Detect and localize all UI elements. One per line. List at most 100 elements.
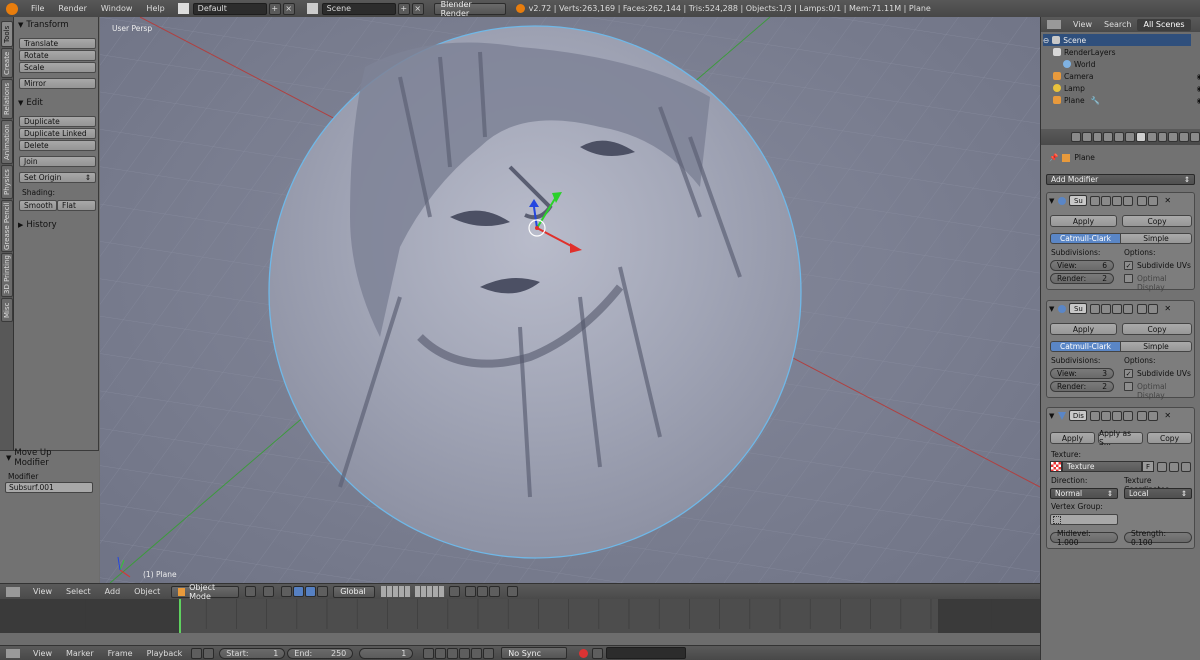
collapse-triangle-icon[interactable]: ▼: [1049, 197, 1054, 205]
apply-as-shape-button[interactable]: Apply as S...: [1098, 429, 1143, 447]
catmull-clark-option[interactable]: Catmull-Clark: [1050, 341, 1121, 352]
move-down-icon[interactable]: [1148, 410, 1159, 421]
scene-field[interactable]: Scene: [321, 2, 396, 15]
delete-button[interactable]: Delete: [19, 140, 96, 151]
layers-grid-icon[interactable]: [381, 586, 412, 597]
menu-frame[interactable]: Frame: [101, 649, 140, 658]
outliner-row-camera[interactable]: Camera ◉: [1053, 70, 1200, 82]
blender-logo-icon[interactable]: [6, 2, 18, 15]
texture-coordinates-select[interactable]: Local ⇕: [1124, 488, 1192, 499]
transform-panel-header[interactable]: ▼ Transform: [18, 19, 99, 31]
world-tab-icon[interactable]: [1103, 132, 1114, 142]
render-levels-field[interactable]: Render: 2: [1050, 381, 1114, 392]
optimal-display-checkbox[interactable]: [1124, 382, 1133, 391]
render-tab-icon[interactable]: [1071, 132, 1081, 142]
modifiers-tab-icon[interactable]: [1135, 132, 1146, 142]
tab-relations[interactable]: Relations: [1, 79, 13, 119]
menu-render[interactable]: Render: [51, 4, 93, 13]
particles-tab-icon[interactable]: [1179, 132, 1190, 142]
cage-toggle-icon[interactable]: [1123, 195, 1134, 206]
add-texture-icon[interactable]: [1157, 462, 1167, 472]
menu-object[interactable]: Object: [127, 587, 167, 596]
remove-scene-button[interactable]: ×: [411, 2, 424, 15]
menu-select[interactable]: Select: [59, 587, 98, 596]
scene-tab-icon[interactable]: [1092, 132, 1103, 142]
render-toggle-icon[interactable]: [1090, 410, 1101, 421]
outliner-row-world[interactable]: World: [1063, 58, 1200, 70]
viewport-shading-icon[interactable]: [245, 586, 257, 597]
menu-marker[interactable]: Marker: [59, 649, 101, 658]
jump-end-icon[interactable]: [483, 647, 495, 659]
apply-button[interactable]: Apply: [1050, 432, 1095, 444]
duplicate-linked-button[interactable]: Duplicate Linked: [19, 128, 96, 139]
cage-toggle-icon[interactable]: [1123, 303, 1134, 314]
mode-select[interactable]: Object Mode: [171, 583, 240, 601]
add-modifier-select[interactable]: Add Modifier ⇕: [1046, 174, 1195, 185]
direction-select[interactable]: Normal ⇕: [1050, 488, 1118, 499]
subdivide-uvs-checkbox[interactable]: ✓: [1124, 369, 1133, 378]
manipulator-toggle-icon[interactable]: [281, 586, 293, 597]
editmode-toggle-icon[interactable]: [1112, 410, 1123, 421]
editor-type-icon[interactable]: [6, 586, 20, 597]
outliner-tab-search[interactable]: Search: [1098, 19, 1137, 31]
menu-view[interactable]: View: [26, 649, 59, 658]
viewport-toggle-icon[interactable]: [1101, 303, 1112, 314]
renderlayers-tab-icon[interactable]: [1081, 132, 1092, 142]
render-preview-icon[interactable]: [507, 586, 519, 597]
move-down-icon[interactable]: [1148, 195, 1159, 206]
constraints-tab-icon[interactable]: [1125, 132, 1135, 142]
operator-panel-header[interactable]: ▼ Move Up Modifier: [6, 448, 87, 468]
transform-orientation-select[interactable]: Global: [333, 585, 376, 598]
modifier-name-field[interactable]: Su: [1069, 195, 1088, 206]
move-up-icon[interactable]: [1137, 195, 1148, 206]
layout-icon[interactable]: [177, 3, 189, 14]
rotate-manipulator-icon[interactable]: [305, 586, 317, 597]
viewport-toggle-icon[interactable]: [1101, 195, 1112, 206]
tab-animation[interactable]: Animation: [1, 120, 13, 164]
join-button[interactable]: Join: [19, 156, 96, 167]
physics-tab-icon[interactable]: [1190, 132, 1200, 142]
snap-element-icon[interactable]: [489, 586, 501, 597]
menu-file[interactable]: File: [24, 4, 51, 13]
next-keyframe-icon[interactable]: [471, 647, 483, 659]
eye-icon[interactable]: ◉: [1196, 72, 1200, 81]
catmull-clark-option[interactable]: Catmull-Clark: [1050, 233, 1121, 244]
set-origin-dropdown[interactable]: Set Origin ⇕: [19, 172, 96, 183]
proportional-edit-icon[interactable]: [465, 586, 477, 597]
menu-help[interactable]: Help: [139, 4, 171, 13]
fake-user-toggle[interactable]: F: [1142, 461, 1154, 472]
render-toggle-icon[interactable]: [1090, 303, 1101, 314]
copy-button[interactable]: Copy: [1147, 432, 1192, 444]
close-icon[interactable]: ✕: [1164, 196, 1171, 205]
keying-set-icon[interactable]: [592, 647, 604, 659]
pivot-point-icon[interactable]: [263, 586, 275, 597]
play-reverse-icon[interactable]: [447, 647, 459, 659]
texture-field[interactable]: Texture F: [1050, 461, 1154, 472]
menu-window[interactable]: Window: [94, 4, 140, 13]
view-levels-field[interactable]: View: 6: [1050, 260, 1114, 271]
prev-keyframe-icon[interactable]: [435, 647, 447, 659]
subdivide-uvs-checkbox[interactable]: ✓: [1124, 261, 1133, 270]
collapse-triangle-icon[interactable]: ▼: [1049, 412, 1054, 420]
eye-icon[interactable]: ◉: [1196, 84, 1200, 93]
translate-manipulator-icon[interactable]: [293, 586, 305, 597]
viewport-toggle-icon[interactable]: [1101, 410, 1112, 421]
move-down-icon[interactable]: [1148, 303, 1159, 314]
render-engine-select[interactable]: Blender Render: [433, 0, 506, 18]
tab-tools[interactable]: Tools: [1, 21, 13, 47]
outliner-tab-all-scenes[interactable]: All Scenes: [1137, 18, 1191, 31]
start-frame-field[interactable]: Start: 1: [219, 647, 286, 659]
editmode-toggle-icon[interactable]: [1112, 195, 1123, 206]
collapse-triangle-icon[interactable]: ▼: [1049, 305, 1054, 313]
render-toggle-icon[interactable]: [1090, 195, 1101, 206]
move-up-icon[interactable]: [1137, 303, 1148, 314]
strength-field[interactable]: Strength: 0.100: [1124, 529, 1192, 547]
material-tab-icon[interactable]: [1157, 132, 1168, 142]
scale-manipulator-icon[interactable]: [317, 586, 329, 597]
data-tab-icon[interactable]: [1146, 132, 1157, 142]
add-layout-button[interactable]: +: [268, 2, 281, 15]
snap-icon[interactable]: [477, 586, 489, 597]
simple-option[interactable]: Simple: [1120, 233, 1192, 244]
modifier-name-field[interactable]: Su: [1069, 303, 1088, 314]
edit-panel-header[interactable]: ▼ Edit: [18, 97, 99, 109]
